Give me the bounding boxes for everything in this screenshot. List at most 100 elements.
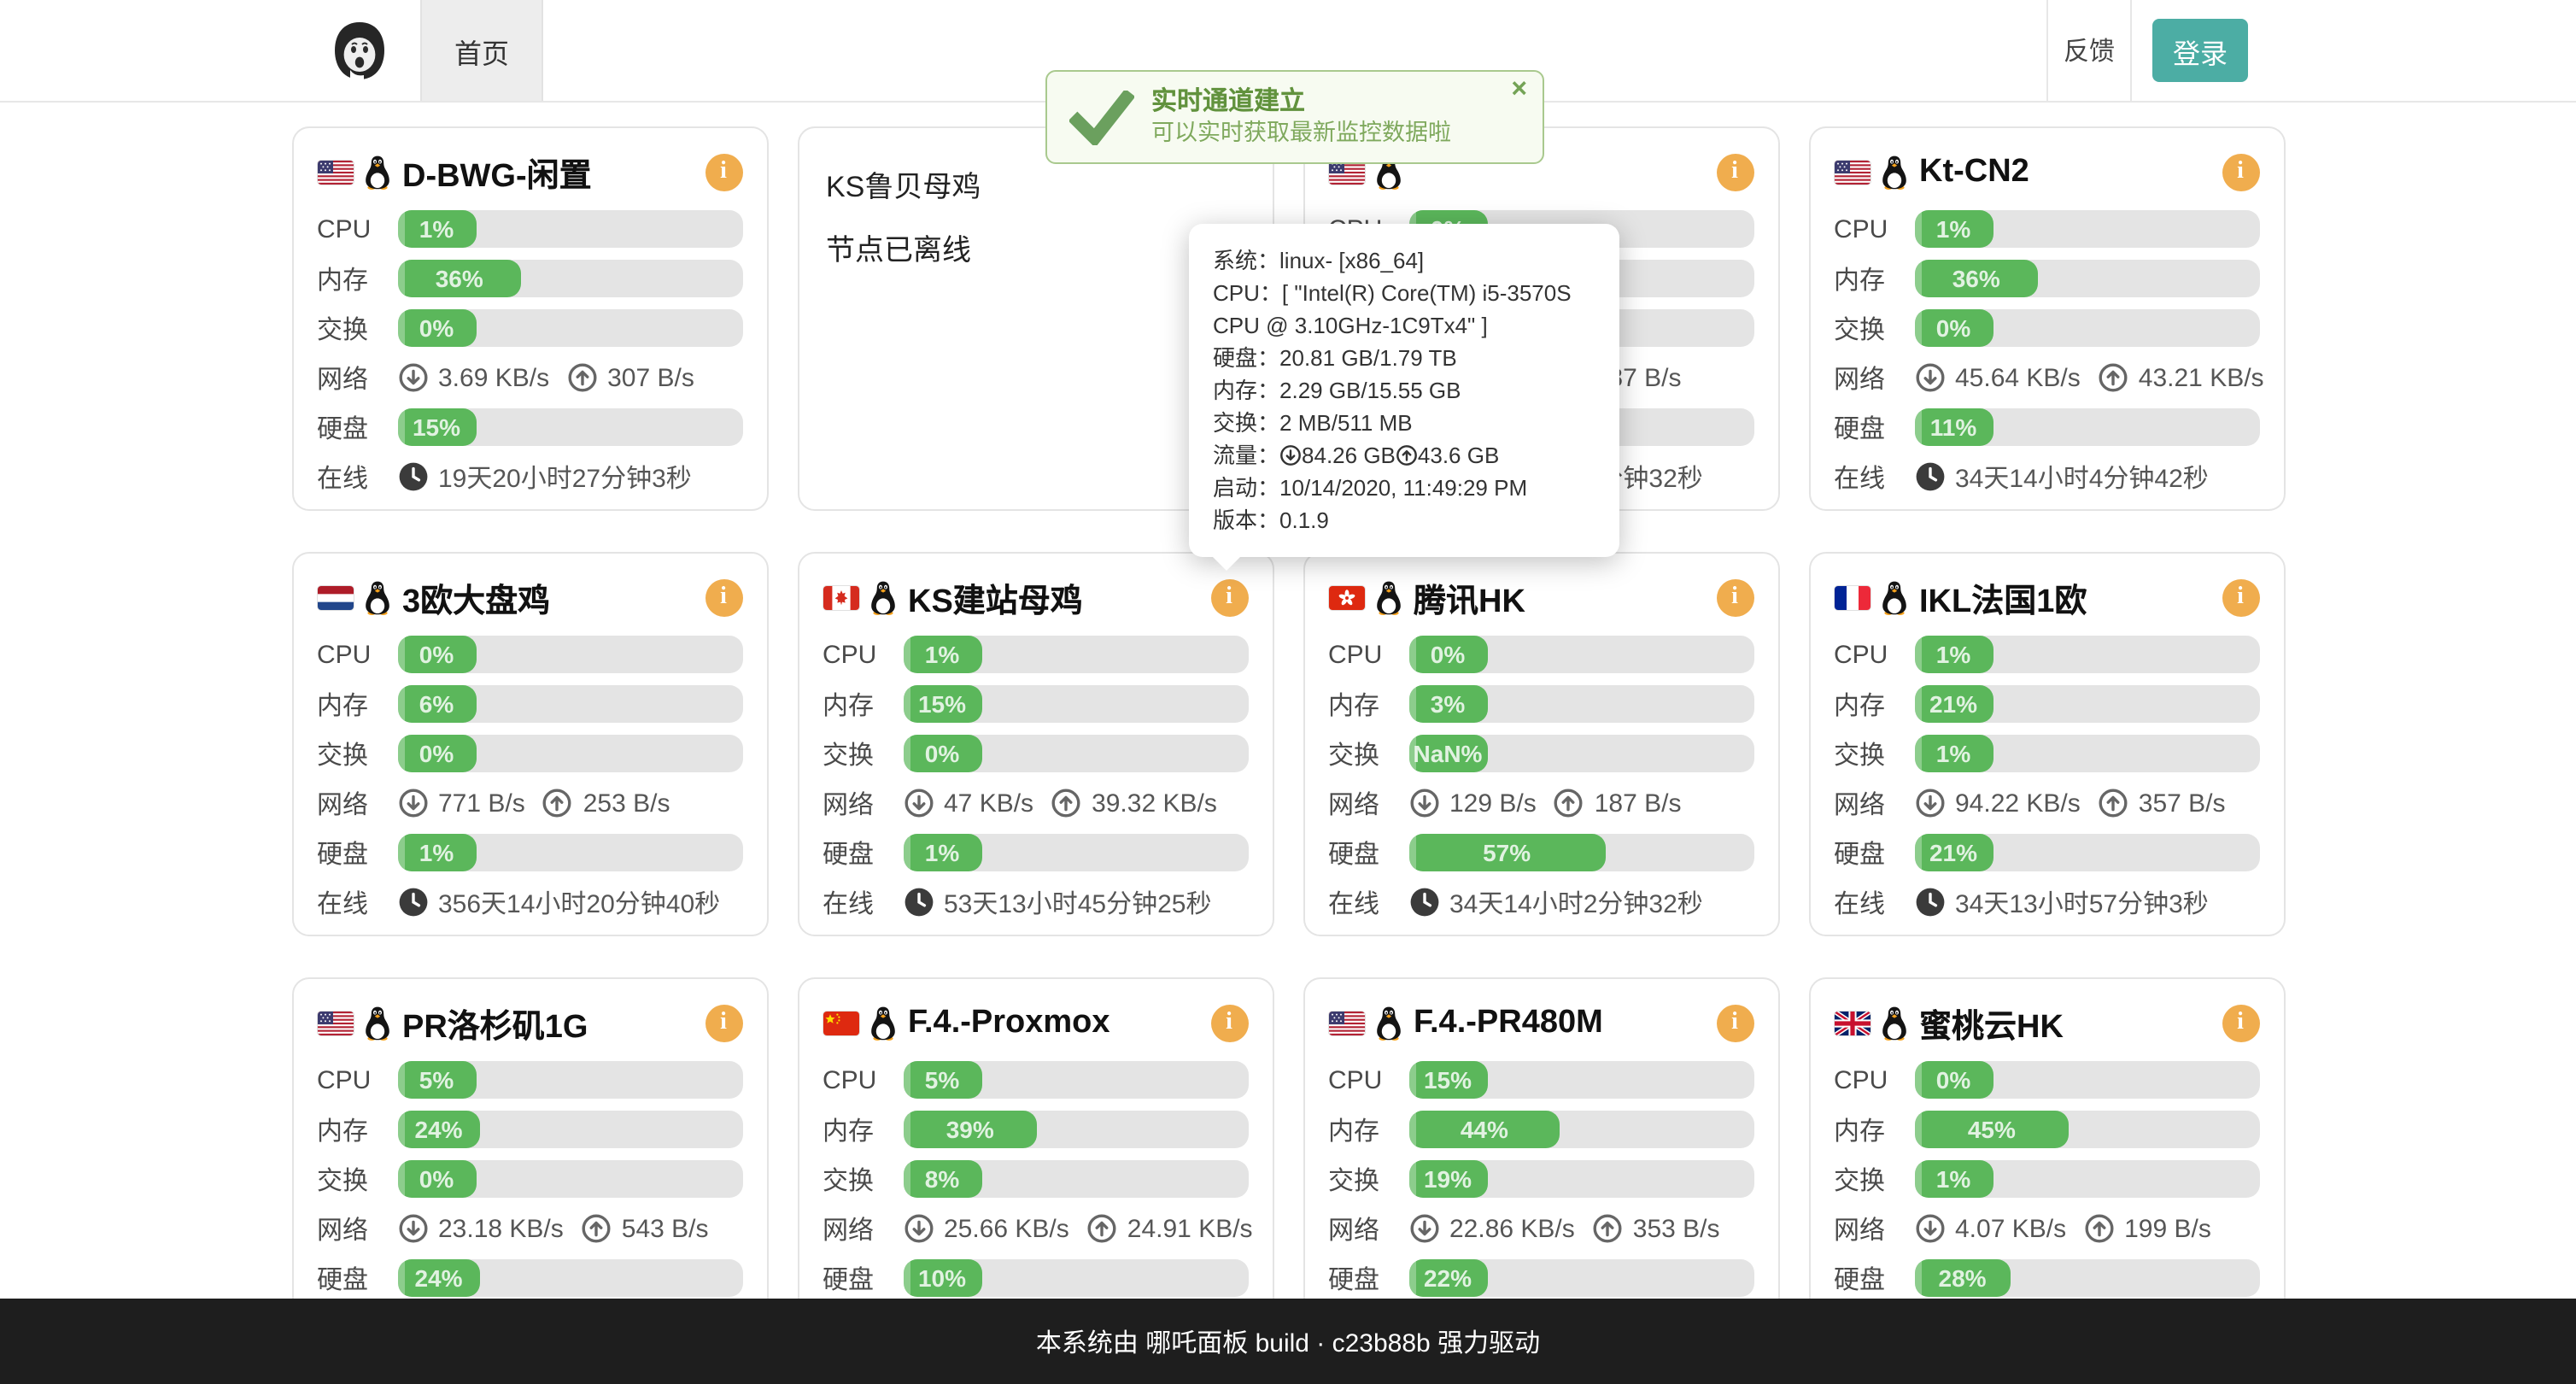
check-icon bbox=[1069, 90, 1134, 144]
network-speeds: 22.86 KB/s353 B/s bbox=[1408, 1213, 1720, 1244]
linux-tux-icon bbox=[1880, 1006, 1907, 1041]
stat-label: 内存 bbox=[1328, 1111, 1408, 1147]
close-icon[interactable]: × bbox=[1511, 77, 1527, 104]
cpu-percent: 5% bbox=[419, 1061, 454, 1099]
stat-label: CPU bbox=[1834, 1065, 1914, 1094]
upload-arrow-icon bbox=[542, 788, 573, 818]
cpu-bar: 1% bbox=[903, 636, 1248, 673]
linux-tux-icon bbox=[363, 581, 390, 615]
stat-label: CPU bbox=[317, 1065, 397, 1094]
clock-icon bbox=[397, 887, 428, 918]
stat-row-swap: 交换0% bbox=[823, 735, 1248, 772]
stat-row-disk: 硬盘11% bbox=[1834, 408, 2259, 446]
traffic-down: 84.26 GB bbox=[1302, 443, 1396, 468]
info-icon[interactable]: i bbox=[1716, 579, 1753, 617]
mem-percent: 36% bbox=[436, 260, 483, 297]
swap-bar: 0% bbox=[1914, 309, 2259, 347]
stat-label: CPU bbox=[823, 1065, 903, 1094]
cpu-bar: 0% bbox=[397, 636, 742, 673]
site-logo-avatar[interactable] bbox=[328, 19, 391, 82]
stat-label: CPU bbox=[1834, 214, 1914, 243]
swap-bar: 1% bbox=[1914, 735, 2259, 772]
stat-row-swap: 交换0% bbox=[1834, 309, 2259, 347]
download-speed: 23.18 KB/s bbox=[438, 1214, 564, 1243]
card-title-row: 腾讯HKi bbox=[1328, 574, 1753, 622]
server-card: KS建站母鸡iCPU1%内存15%交换0%网络47 KB/s39.32 KB/s… bbox=[797, 552, 1273, 936]
cpu-bar: 5% bbox=[903, 1061, 1248, 1099]
flag-nl-icon bbox=[317, 586, 353, 610]
mem-percent: 39% bbox=[946, 1111, 994, 1148]
cpu-percent: 5% bbox=[925, 1061, 959, 1099]
info-icon[interactable]: i bbox=[1210, 1005, 1248, 1042]
disk-bar: 1% bbox=[903, 834, 1248, 871]
stat-row-swap: 交换0% bbox=[317, 735, 742, 772]
server-card: D-BWG-闲置iCPU1%内存36%交换0%网络3.69 KB/s307 B/… bbox=[291, 126, 768, 511]
tab-home[interactable]: 首页 bbox=[420, 0, 543, 101]
toast-title: 实时通道建立 bbox=[1151, 87, 1451, 118]
info-icon[interactable]: i bbox=[2222, 579, 2259, 617]
stat-row-mem: 内存36% bbox=[1834, 260, 2259, 297]
download-arrow-icon bbox=[1408, 788, 1439, 818]
traffic-up: 43.6 GB bbox=[1418, 443, 1499, 468]
login-button[interactable]: 登录 bbox=[2152, 19, 2248, 82]
mem-bar: 45% bbox=[1914, 1111, 2259, 1148]
stat-label: 内存 bbox=[1328, 686, 1408, 722]
info-icon[interactable]: i bbox=[2222, 1005, 2259, 1042]
uptime-value: 53天13小时45分钟25秒 bbox=[903, 884, 1212, 920]
feedback-link[interactable]: 反馈 bbox=[2046, 0, 2132, 101]
network-speeds: 94.22 KB/s357 B/s bbox=[1914, 788, 2226, 818]
linux-tux-icon bbox=[363, 155, 390, 190]
disk-percent: 28% bbox=[1939, 1259, 1987, 1297]
info-icon[interactable]: i bbox=[705, 154, 742, 191]
stat-row-net: 网络129 B/s187 B/s bbox=[1328, 784, 1753, 822]
network-speeds: 47 KB/s39.32 KB/s bbox=[903, 788, 1217, 818]
clock-icon bbox=[397, 461, 428, 492]
server-card: 腾讯HKiCPU0%内存3%交换NaN%网络129 B/s187 B/s硬盘57… bbox=[1303, 552, 1779, 936]
stat-label: 网络 bbox=[317, 1211, 397, 1246]
info-icon[interactable]: i bbox=[2222, 154, 2259, 191]
upload-speed: 307 B/s bbox=[607, 363, 694, 392]
linux-tux-icon bbox=[1880, 155, 1907, 190]
footer-text: 本系统由 哪吒面板 build · c23b88b 强力驱动 bbox=[1036, 1323, 1540, 1359]
download-speed: 94.22 KB/s bbox=[1955, 789, 2081, 818]
download-arrow-icon bbox=[397, 1213, 428, 1244]
stat-row-net: 网络771 B/s253 B/s bbox=[317, 784, 742, 822]
info-icon[interactable]: i bbox=[705, 579, 742, 617]
stat-label: 在线 bbox=[1328, 884, 1408, 920]
stat-row-cpu: CPU15% bbox=[1328, 1061, 1753, 1099]
download-arrow-icon bbox=[903, 1213, 934, 1244]
swap-bar: 0% bbox=[397, 1160, 742, 1198]
upload-speed: 353 B/s bbox=[1633, 1214, 1720, 1243]
cpu-percent: 1% bbox=[419, 210, 454, 248]
info-icon[interactable]: i bbox=[705, 1005, 742, 1042]
download-speed: 45.64 KB/s bbox=[1955, 363, 2081, 392]
stat-label: 交换 bbox=[1834, 736, 1914, 771]
stat-row-mem: 内存15% bbox=[823, 685, 1248, 723]
clock-icon bbox=[1914, 887, 1945, 918]
info-icon[interactable]: i bbox=[1716, 154, 1753, 191]
swap-bar: 0% bbox=[397, 309, 742, 347]
stat-row-cpu: CPU 5% bbox=[317, 1061, 742, 1099]
swap-percent: 19% bbox=[1424, 1160, 1472, 1198]
info-icon[interactable]: i bbox=[1210, 579, 1248, 617]
card-title-row: 3欧大盘鸡i bbox=[317, 574, 742, 622]
upload-arrow-icon bbox=[566, 362, 597, 393]
mem-bar: 36% bbox=[1914, 260, 2259, 297]
stat-row-disk: 硬盘21% bbox=[1834, 834, 2259, 871]
disk-bar: 15% bbox=[397, 408, 742, 446]
tooltip-line: 版本：0.1.9 bbox=[1213, 504, 1595, 537]
disk-percent: 1% bbox=[419, 834, 454, 871]
swap-percent: 0% bbox=[1936, 309, 1970, 347]
stat-label: 硬盘 bbox=[1834, 835, 1914, 871]
stat-label: 网络 bbox=[1328, 785, 1408, 821]
info-icon[interactable]: i bbox=[1716, 1005, 1753, 1042]
flag-us-icon bbox=[1328, 161, 1364, 185]
stat-row-cpu: CPU0% bbox=[317, 636, 742, 673]
stat-row-cpu: CPU1% bbox=[1834, 636, 2259, 673]
card-title-row: Kt-CN2i bbox=[1834, 149, 2259, 196]
server-name: F.4.-Proxmox bbox=[908, 1005, 1110, 1042]
stat-label: 网络 bbox=[823, 785, 903, 821]
stat-row-disk: 硬盘57% bbox=[1328, 834, 1753, 871]
linux-tux-icon bbox=[869, 1006, 896, 1041]
stat-label: 网络 bbox=[1834, 1211, 1914, 1246]
